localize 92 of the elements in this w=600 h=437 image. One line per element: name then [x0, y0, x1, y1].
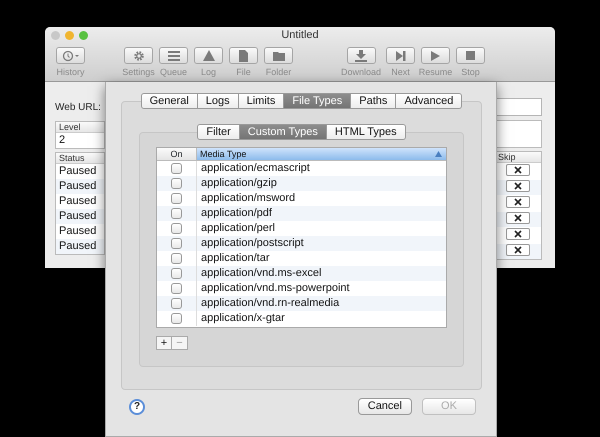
- download-button[interactable]: [346, 47, 376, 64]
- table-cell-text: application/x-gtar: [200, 311, 285, 326]
- table-cell-text: application/vnd.rn-realmedia: [200, 296, 340, 312]
- column-header: Level: [56, 122, 104, 133]
- table-cell-text: application/ecmascript: [200, 161, 310, 176]
- help-button[interactable]: ?: [129, 398, 145, 414]
- toolbar-label: File: [236, 66, 251, 79]
- table-cell-text: Paused: [58, 194, 98, 209]
- toolbar-label: Next: [391, 66, 410, 79]
- skip-button[interactable]: [506, 212, 530, 224]
- checkbox[interactable]: [171, 178, 182, 189]
- table-cell-text: application/postscript: [200, 236, 304, 252]
- skip-button[interactable]: [506, 196, 530, 208]
- close-icon: [514, 214, 522, 222]
- checkbox[interactable]: [171, 208, 182, 219]
- checkbox[interactable]: [171, 238, 182, 249]
- list-icon: [168, 50, 180, 62]
- tab[interactable]: HTML Types: [326, 124, 406, 140]
- queue-button[interactable]: [159, 47, 188, 64]
- skip-forward-icon: [396, 50, 406, 60]
- table-cell-text: application/gzip: [200, 176, 277, 192]
- column-header: Skip: [495, 152, 541, 163]
- dialog-button[interactable]: Cancel: [358, 398, 412, 415]
- skip-button[interactable]: [506, 244, 530, 256]
- table-cell: Paused: [56, 179, 104, 194]
- gear-icon: [132, 50, 144, 62]
- tab[interactable]: Paths: [351, 93, 396, 109]
- resume-button[interactable]: [421, 47, 450, 64]
- tab[interactable]: Advanced: [396, 93, 462, 109]
- document-icon: [238, 50, 249, 62]
- table-cell-text: application/msword: [200, 191, 296, 206]
- table-cell-text: application/perl: [200, 221, 275, 236]
- table-background: [494, 120, 542, 148]
- checkbox[interactable]: [171, 298, 182, 309]
- clock-icon: [62, 50, 80, 62]
- toolbar-label: Folder: [266, 66, 292, 79]
- close-icon: [514, 246, 522, 254]
- close-icon: [514, 166, 522, 174]
- toolbar-label: Stop: [461, 66, 480, 79]
- table-cell-text: application/vnd.ms-powerpoint: [200, 281, 350, 296]
- warning-icon: [202, 50, 214, 61]
- stop-button[interactable]: [456, 47, 485, 64]
- checkbox[interactable]: [171, 268, 182, 279]
- next-button[interactable]: [386, 47, 415, 64]
- stop-icon: [466, 51, 475, 60]
- skip-button[interactable]: [506, 228, 530, 240]
- toolbar-label: Log: [200, 66, 216, 79]
- table-cell-text: application/pdf: [200, 206, 272, 222]
- toolbar-label: Queue: [160, 66, 188, 79]
- add-button[interactable]: +: [156, 336, 172, 350]
- toolbar-label: History: [56, 66, 84, 79]
- checkbox[interactable]: [171, 253, 182, 264]
- checkbox[interactable]: [171, 163, 182, 174]
- sorted-column-header[interactable]: Media Type: [197, 148, 446, 160]
- close-icon: [514, 230, 522, 238]
- tab[interactable]: Custom Types: [240, 124, 327, 140]
- table-cell: Paused: [56, 209, 104, 224]
- checkbox[interactable]: [171, 283, 182, 294]
- skip-button[interactable]: [506, 164, 530, 176]
- toolbar-label: Resume: [418, 66, 452, 79]
- folder-button[interactable]: [264, 47, 293, 64]
- tab[interactable]: Filter: [197, 124, 240, 140]
- checkbox[interactable]: [171, 313, 182, 324]
- folder-icon: [272, 50, 284, 61]
- settings-button[interactable]: [124, 47, 153, 64]
- web-url-label: Web URL:: [55, 101, 102, 115]
- window-title: Untitled: [281, 29, 319, 41]
- column-header: Status: [56, 153, 104, 164]
- table-cell: Paused: [56, 239, 104, 254]
- log-button[interactable]: [194, 47, 223, 64]
- column-header[interactable]: On: [157, 148, 197, 160]
- table-cell-text: Paused: [58, 164, 98, 179]
- skip-button[interactable]: [506, 180, 530, 192]
- checkbox[interactable]: [171, 223, 182, 234]
- url-field[interactable]: [494, 98, 542, 116]
- close-icon: [514, 182, 522, 190]
- tab[interactable]: Limits: [238, 93, 284, 109]
- download-icon: [355, 50, 367, 62]
- history-button[interactable]: [56, 47, 85, 64]
- table-cell-text: Paused: [58, 224, 98, 239]
- close-icon: [514, 198, 522, 206]
- checkbox[interactable]: [171, 193, 182, 204]
- tab[interactable]: File Types: [284, 93, 352, 109]
- toolbar-label: Settings: [122, 66, 155, 79]
- file-button[interactable]: [229, 47, 258, 64]
- tab[interactable]: Logs: [198, 93, 239, 109]
- table-cell-text: application/vnd.ms-excel: [200, 266, 322, 282]
- play-icon: [431, 50, 440, 60]
- tab[interactable]: General: [140, 93, 198, 109]
- toolbar-label: Download: [340, 66, 382, 79]
- sort-ascending-icon: [435, 151, 442, 157]
- table-cell-text: application/tar: [200, 251, 270, 266]
